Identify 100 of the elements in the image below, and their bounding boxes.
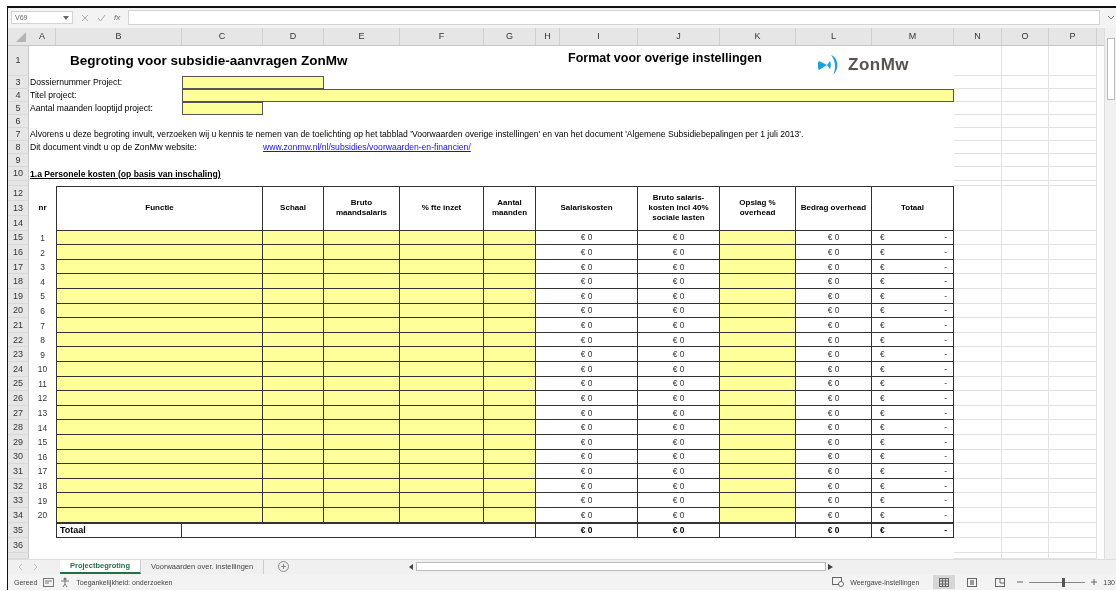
empty-cell[interactable] bbox=[1049, 391, 1097, 406]
input-cell[interactable] bbox=[720, 391, 796, 406]
input-cell[interactable] bbox=[56, 274, 263, 290]
empty-cell[interactable] bbox=[1002, 391, 1049, 406]
empty-cell[interactable] bbox=[954, 185, 1002, 231]
input-cell[interactable] bbox=[56, 289, 263, 304]
empty-cell[interactable] bbox=[1049, 493, 1097, 508]
column-header[interactable]: C bbox=[182, 27, 263, 45]
normal-view-button[interactable] bbox=[933, 575, 956, 590]
input-cell[interactable] bbox=[182, 75, 324, 89]
empty-cell[interactable] bbox=[954, 376, 1002, 392]
row-header[interactable]: 33 bbox=[8, 493, 29, 508]
empty-cell[interactable] bbox=[1049, 464, 1097, 479]
empty-cell[interactable] bbox=[1002, 347, 1049, 362]
input-cell[interactable] bbox=[484, 362, 536, 377]
empty-cell[interactable] bbox=[1049, 75, 1097, 89]
input-cell[interactable] bbox=[263, 289, 324, 304]
zoom-in-icon[interactable] bbox=[1091, 579, 1098, 586]
input-cell[interactable] bbox=[324, 318, 400, 333]
empty-cell[interactable] bbox=[1049, 127, 1097, 141]
input-cell[interactable] bbox=[720, 289, 796, 304]
input-cell[interactable] bbox=[263, 464, 324, 479]
empty-cell[interactable] bbox=[1002, 289, 1049, 304]
column-header[interactable]: B bbox=[56, 27, 182, 45]
empty-cell[interactable] bbox=[954, 391, 1002, 406]
input-cell[interactable] bbox=[400, 318, 484, 333]
row-header[interactable]: 23 bbox=[8, 347, 29, 362]
input-cell[interactable] bbox=[720, 464, 796, 479]
empty-cell[interactable] bbox=[1049, 303, 1097, 319]
input-cell[interactable] bbox=[324, 274, 400, 290]
empty-cell[interactable] bbox=[1049, 180, 1097, 186]
input-cell[interactable] bbox=[400, 420, 484, 435]
empty-cell[interactable] bbox=[1049, 449, 1097, 465]
empty-cell[interactable] bbox=[1002, 376, 1049, 392]
row-header[interactable]: 26 bbox=[8, 391, 29, 406]
empty-cell[interactable] bbox=[954, 493, 1002, 508]
empty-cell[interactable] bbox=[1002, 140, 1049, 154]
empty-cell[interactable] bbox=[1002, 274, 1049, 290]
empty-cell[interactable] bbox=[1049, 332, 1097, 348]
input-cell[interactable] bbox=[484, 493, 536, 508]
input-cell[interactable] bbox=[263, 391, 324, 406]
input-cell[interactable] bbox=[720, 493, 796, 508]
empty-cell[interactable] bbox=[1049, 166, 1097, 181]
empty-cell[interactable] bbox=[1002, 464, 1049, 479]
empty-cell[interactable] bbox=[1049, 88, 1097, 102]
empty-cell[interactable] bbox=[1002, 230, 1049, 246]
column-header[interactable]: M bbox=[872, 27, 954, 45]
input-cell[interactable] bbox=[484, 347, 536, 362]
empty-cell[interactable] bbox=[1049, 185, 1097, 231]
empty-cell[interactable] bbox=[954, 259, 1002, 275]
column-header[interactable]: E bbox=[324, 27, 400, 45]
input-cell[interactable] bbox=[484, 391, 536, 406]
empty-cell[interactable] bbox=[1049, 537, 1097, 553]
empty-cell[interactable] bbox=[1002, 180, 1049, 186]
input-cell[interactable] bbox=[56, 245, 263, 260]
input-cell[interactable] bbox=[720, 318, 796, 333]
input-cell[interactable] bbox=[720, 420, 796, 435]
empty-cell[interactable] bbox=[1002, 420, 1049, 435]
empty-cell[interactable] bbox=[1002, 362, 1049, 377]
empty-cell[interactable] bbox=[1049, 507, 1097, 523]
row-header[interactable]: 18 bbox=[8, 274, 29, 290]
empty-cell[interactable] bbox=[954, 420, 1002, 435]
formula-field[interactable] bbox=[128, 10, 1100, 26]
input-cell[interactable] bbox=[484, 318, 536, 333]
input-cell[interactable] bbox=[263, 245, 324, 260]
empty-cell[interactable] bbox=[954, 522, 1002, 538]
input-cell[interactable] bbox=[263, 420, 324, 435]
empty-cell[interactable] bbox=[1049, 552, 1097, 559]
input-cell[interactable] bbox=[324, 493, 400, 508]
empty-cell[interactable] bbox=[954, 127, 1002, 141]
empty-cell[interactable] bbox=[1002, 405, 1049, 421]
empty-cell[interactable] bbox=[1049, 274, 1097, 290]
empty-cell[interactable] bbox=[1049, 522, 1097, 538]
input-cell[interactable] bbox=[484, 420, 536, 435]
row-header[interactable]: 24 bbox=[8, 362, 29, 377]
input-cell[interactable] bbox=[720, 362, 796, 377]
row-header[interactable]: 28 bbox=[8, 420, 29, 435]
empty-cell[interactable] bbox=[1049, 230, 1097, 246]
input-cell[interactable] bbox=[400, 493, 484, 508]
column-header[interactable]: D bbox=[263, 27, 324, 45]
input-cell[interactable] bbox=[324, 289, 400, 304]
empty-cell[interactable] bbox=[1049, 259, 1097, 275]
macro-icon[interactable] bbox=[43, 577, 55, 587]
input-cell[interactable] bbox=[720, 245, 796, 260]
empty-cell[interactable] bbox=[1049, 405, 1097, 421]
empty-cell[interactable] bbox=[954, 507, 1002, 523]
empty-cell[interactable] bbox=[1002, 318, 1049, 333]
empty-cell[interactable] bbox=[1002, 245, 1049, 260]
empty-cell[interactable] bbox=[954, 274, 1002, 290]
row-header[interactable]: 21 bbox=[8, 318, 29, 333]
empty-cell[interactable] bbox=[954, 362, 1002, 377]
empty-cell[interactable] bbox=[1002, 434, 1049, 450]
empty-cell[interactable] bbox=[1002, 478, 1049, 494]
empty-cell[interactable] bbox=[1049, 289, 1097, 304]
column-header[interactable]: H bbox=[536, 27, 560, 45]
input-cell[interactable] bbox=[56, 420, 263, 435]
empty-cell[interactable] bbox=[1002, 303, 1049, 319]
empty-cell[interactable] bbox=[954, 101, 1002, 115]
empty-cell[interactable] bbox=[954, 434, 1002, 450]
empty-cell[interactable] bbox=[1002, 332, 1049, 348]
